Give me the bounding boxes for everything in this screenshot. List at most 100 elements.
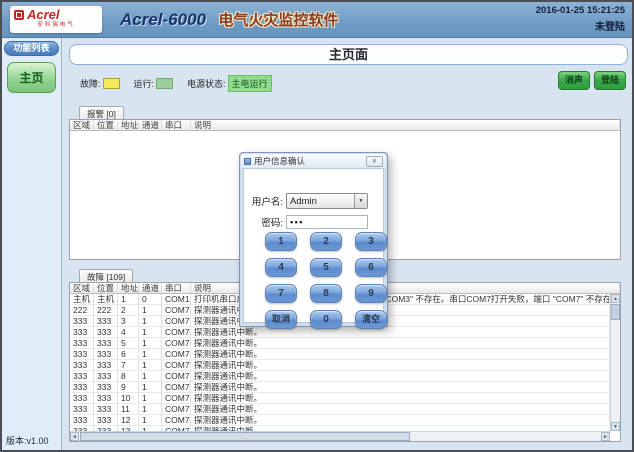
logo-text: Acrel (27, 8, 60, 21)
table-cell: COM7 (162, 305, 191, 315)
key-9[interactable]: 9 (355, 284, 387, 303)
key-6[interactable]: 6 (355, 258, 387, 277)
table-row[interactable]: 33333371COM7探测器通讯中断。 (70, 360, 610, 371)
key-3[interactable]: 3 (355, 232, 387, 251)
sidebar-header[interactable]: 功能列表 (4, 41, 59, 56)
table-cell: COM7 (162, 360, 191, 370)
table-cell: 探测器通讯中断。 (191, 360, 610, 370)
key-8[interactable]: 8 (310, 284, 342, 303)
power-label: 电源状态: (187, 77, 226, 90)
dialog-body: 用户名: Admin ▼ 密码: 123456789取消0清空 (243, 168, 384, 323)
column-header: 地址 (118, 120, 139, 130)
clear-key[interactable]: 清空 (355, 310, 387, 329)
table-cell: 333 (94, 349, 118, 359)
table-row[interactable]: 333333101COM7探测器通讯中断。 (70, 393, 610, 404)
table-cell: 333 (94, 371, 118, 381)
table-cell: COM7 (162, 382, 191, 392)
table-cell: 1 (139, 371, 162, 381)
login-dialog: 用户信息确认 ✕ 用户名: Admin ▼ 密码: 123456789取消0清空 (239, 152, 388, 327)
login-button[interactable]: 登陆 (594, 71, 626, 90)
dialog-titlebar[interactable]: 用户信息确认 ✕ (241, 154, 386, 168)
table-row[interactable]: 33333391COM7探测器通讯中断。 (70, 382, 610, 393)
key-5[interactable]: 5 (310, 258, 342, 277)
table-cell: 333 (94, 338, 118, 348)
table-cell: 333 (94, 415, 118, 425)
table-cell: 探测器通讯中断。 (191, 371, 610, 381)
key-7[interactable]: 7 (265, 284, 297, 303)
cancel-key[interactable]: 取消 (265, 310, 297, 329)
datetime: 2016-01-25 15:21:25 (536, 5, 625, 16)
table-cell: 1 (139, 338, 162, 348)
column-header: 地址 (118, 283, 139, 293)
table-cell: 333 (94, 327, 118, 337)
password-field[interactable] (286, 215, 368, 229)
tab-fault[interactable]: 故障 [109] (79, 269, 133, 282)
brand-name: Acrel-6000 (120, 10, 206, 29)
table-cell: 333 (94, 316, 118, 326)
run-label: 运行: (134, 77, 155, 90)
app-header: Acrel 安科瑞电气 Acrel-6000 电气火灾监控软件 2016-01-… (2, 2, 632, 38)
key-4[interactable]: 4 (265, 258, 297, 277)
table-cell: 1 (139, 393, 162, 403)
table-row[interactable]: 333333121COM7探测器通讯中断。 (70, 415, 610, 426)
table-cell: 1 (139, 327, 162, 337)
close-icon[interactable]: ✕ (366, 156, 383, 167)
table-cell: 6 (118, 349, 139, 359)
table-cell: 11 (118, 404, 139, 414)
table-cell: 2 (118, 305, 139, 315)
sidebar: 功能列表 主页 版本:v1.00 (2, 38, 62, 450)
table-cell: 1 (139, 305, 162, 315)
table-cell: 333 (70, 327, 94, 337)
password-label: 密码: (244, 215, 286, 229)
mute-button[interactable]: 消声 (558, 71, 590, 90)
horizontal-scrollbar-thumb[interactable] (80, 432, 410, 441)
status-row: 故障: 运行: 电源状态: 主电运行 (80, 76, 272, 90)
table-cell: COM7 (162, 327, 191, 337)
column-header: 位置 (94, 283, 118, 293)
table-row[interactable]: 33333381COM7探测器通讯中断。 (70, 371, 610, 382)
username-select[interactable]: Admin ▼ (286, 193, 368, 209)
key-2[interactable]: 2 (310, 232, 342, 251)
key-0[interactable]: 0 (310, 310, 342, 329)
app-title: Acrel-6000 电气火灾监控软件 (120, 9, 338, 30)
horizontal-scrollbar[interactable]: ◄ ► (70, 431, 610, 441)
key-1[interactable]: 1 (265, 232, 297, 251)
sidebar-item-home[interactable]: 主页 (7, 62, 56, 93)
scroll-right-icon[interactable]: ► (601, 432, 610, 441)
power-status-badge: 主电运行 (228, 75, 272, 92)
chevron-down-icon[interactable]: ▼ (354, 194, 367, 208)
table-cell: 333 (94, 360, 118, 370)
table-cell: COM7 (162, 316, 191, 326)
alarm-table-header: 区域位置地址通道串口说明 (70, 120, 620, 131)
tab-alarm[interactable]: 报警 [0] (79, 106, 124, 119)
table-cell: 探测器通讯中断。 (191, 415, 610, 425)
table-cell: 12 (118, 415, 139, 425)
table-row[interactable]: 33333351COM7探测器通讯中断。 (70, 338, 610, 349)
vertical-scrollbar-thumb[interactable] (611, 304, 620, 320)
scroll-up-icon[interactable]: ▲ (611, 294, 620, 303)
dialog-icon (244, 158, 251, 165)
table-cell: 1 (139, 349, 162, 359)
table-cell: COM7 (162, 371, 191, 381)
table-cell: 7 (118, 360, 139, 370)
acrel-logo: Acrel 安科瑞电气 (10, 6, 102, 33)
keypad: 123456789取消0清空 (244, 232, 383, 329)
table-cell: 探测器通讯中断。 (191, 393, 610, 403)
vertical-scrollbar[interactable]: ▲ ▼ (610, 294, 620, 431)
scroll-down-icon[interactable]: ▼ (611, 422, 620, 431)
table-cell: 5 (118, 338, 139, 348)
fault-label: 故障: (80, 77, 101, 90)
table-row[interactable]: 333333111COM7探测器通讯中断。 (70, 404, 610, 415)
table-cell: 探测器通讯中断。 (191, 349, 610, 359)
table-row[interactable]: 33333361COM7探测器通讯中断。 (70, 349, 610, 360)
table-cell: 333 (94, 404, 118, 414)
table-cell: 222 (94, 305, 118, 315)
table-cell: COM7 (162, 338, 191, 348)
table-cell: 222 (70, 305, 94, 315)
scroll-left-icon[interactable]: ◄ (70, 432, 79, 441)
table-cell: COM1 (162, 294, 191, 304)
column-header: 区域 (70, 120, 94, 130)
table-cell: 333 (70, 415, 94, 425)
table-cell: 8 (118, 371, 139, 381)
table-cell: 1 (139, 360, 162, 370)
